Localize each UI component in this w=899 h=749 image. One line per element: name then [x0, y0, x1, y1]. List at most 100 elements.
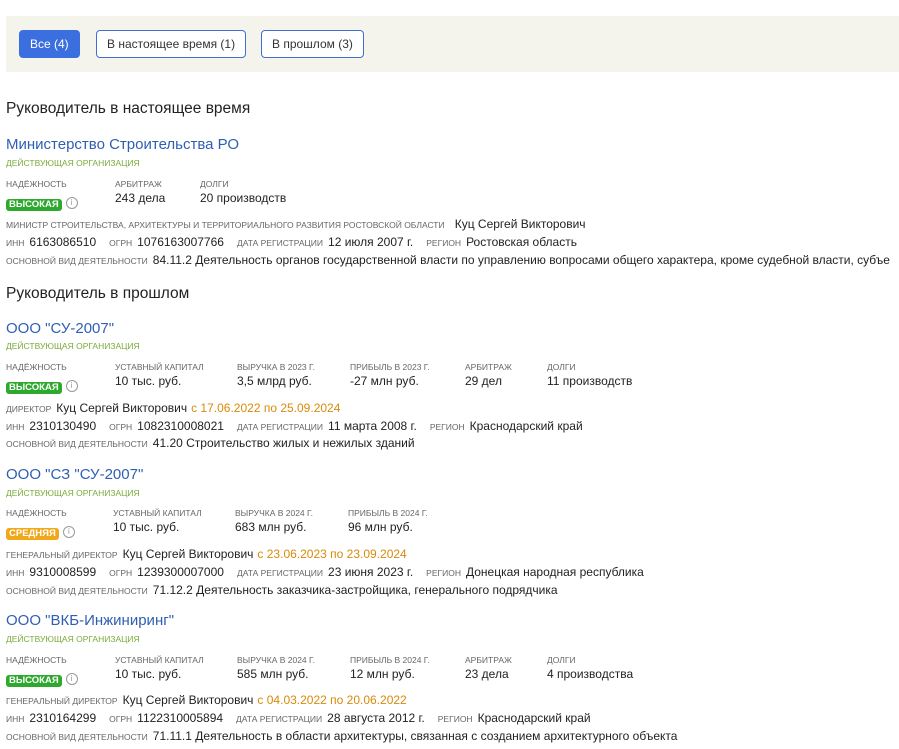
- inn-label: ИНН: [6, 238, 25, 248]
- revenue-field: ВЫРУЧКА В 2023 Г. 3,5 млрд руб.: [237, 362, 315, 388]
- org-status: ДЕЙСТВУЮЩАЯ ОРГАНИЗАЦИЯ: [6, 634, 140, 644]
- debts-field: ДОЛГИ 20 производств: [200, 179, 286, 205]
- debts-label: ДОЛГИ: [547, 362, 576, 372]
- org-status: ДЕЙСТВУЮЩАЯ ОРГАНИЗАЦИЯ: [6, 341, 140, 351]
- reg-date-label: ДАТА РЕГИСТРАЦИИ: [236, 238, 324, 248]
- filter-past-button[interactable]: В прошлом (3): [261, 30, 364, 58]
- activity-value: 41.20 Строительство жилых и нежилых здан…: [152, 436, 415, 450]
- reliability-field: НАДЁЖНОСТЬ ВЫСОКАЯ i: [6, 362, 78, 394]
- ogrn-label: ОГРН: [109, 714, 133, 724]
- section-past-title: Руководитель в прошлом: [6, 285, 190, 302]
- arbitration-field: АРБИТРАЖ 23 дела: [465, 655, 512, 681]
- arbitration-field: АРБИТРАЖ 243 дела: [115, 179, 165, 205]
- reliability-label: НАДЁЖНОСТЬ: [6, 362, 67, 372]
- capital-value: 10 тыс. руб.: [115, 667, 182, 681]
- role-label: МИНИСТР СТРОИТЕЛЬСТВА, АРХИТЕКТУРЫ И ТЕР…: [6, 220, 445, 230]
- ogrn-label: ОГРН: [109, 238, 133, 248]
- capital-field: УСТАВНЫЙ КАПИТАЛ 10 тыс. руб.: [115, 655, 204, 681]
- revenue-field: ВЫРУЧКА В 2024 Г. 585 млн руб.: [237, 655, 315, 681]
- activity-label: ОСНОВНОЙ ВИД ДЕЯТЕЛЬНОСТИ: [6, 439, 148, 449]
- debts-value[interactable]: 4 производства: [547, 667, 633, 681]
- inn-value: 6163086510: [29, 235, 97, 249]
- org-card: ООО "ВКБ-Инжиниринг" ДЕЙСТВУЮЩАЯ ОРГАНИЗ…: [6, 612, 899, 748]
- revenue-label: ВЫРУЧКА В 2024 Г.: [237, 655, 315, 665]
- debts-value[interactable]: 20 производств: [200, 191, 286, 205]
- arbitration-label: АРБИТРАЖ: [465, 655, 512, 665]
- person-name: Куц Сергей Викторович: [122, 547, 254, 561]
- arbitration-label: АРБИТРАЖ: [465, 362, 512, 372]
- role-period: с 23.06.2023 по 23.09.2024: [257, 547, 407, 561]
- revenue-label: ВЫРУЧКА В 2023 Г.: [237, 362, 315, 372]
- filter-current-button[interactable]: В настоящее время (1): [96, 30, 247, 58]
- revenue-value: 585 млн руб.: [237, 667, 309, 681]
- role-period: с 17.06.2022 по 25.09.2024: [191, 401, 341, 415]
- org-name-link[interactable]: ООО "СУ-2007": [6, 320, 114, 337]
- info-icon[interactable]: i: [65, 672, 78, 685]
- org-card: Министерство Строительства РО ДЕЙСТВУЮЩА…: [6, 136, 899, 268]
- profit-label: ПРИБЫЛЬ В 2023 Г.: [350, 362, 430, 372]
- debts-value[interactable]: 11 производств: [547, 374, 632, 388]
- activity-value: 71.11.1 Деятельность в области архитекту…: [152, 729, 678, 743]
- profit-label: ПРИБЫЛЬ В 2024 Г.: [350, 655, 430, 665]
- debts-label: ДОЛГИ: [547, 655, 576, 665]
- org-name-link[interactable]: ООО "СЗ "СУ-2007": [6, 466, 143, 483]
- reliability-badge: ВЫСОКАЯ: [6, 199, 62, 211]
- org-name-link[interactable]: ООО "ВКБ-Инжиниринг": [6, 612, 174, 629]
- org-status: ДЕЙСТВУЮЩАЯ ОРГАНИЗАЦИЯ: [6, 488, 140, 498]
- inn-label: ИНН: [6, 714, 25, 724]
- inn-value: 9310008599: [29, 565, 97, 579]
- reliability-label: НАДЁЖНОСТЬ: [6, 179, 67, 189]
- region-value: Краснодарский край: [477, 711, 591, 725]
- reliability-label: НАДЁЖНОСТЬ: [6, 508, 67, 518]
- arbitration-value[interactable]: 29 дел: [465, 374, 512, 388]
- debts-field: ДОЛГИ 11 производств: [547, 362, 632, 388]
- reg-date-label: ДАТА РЕГИСТРАЦИИ: [236, 422, 324, 432]
- role-line: ГЕНЕРАЛЬНЫЙ ДИРЕКТОР Куц Сергей Викторови…: [6, 689, 407, 708]
- arbitration-label: АРБИТРАЖ: [115, 179, 162, 189]
- org-card: ООО "СЗ "СУ-2007" ДЕЙСТВУЮЩАЯ ОРГАНИЗАЦИ…: [6, 466, 899, 598]
- activity-value: 84.11.2 Деятельность органов государстве…: [152, 253, 890, 267]
- person-name: Куц Сергей Викторович: [122, 693, 254, 707]
- capital-value: 10 тыс. руб.: [115, 374, 182, 388]
- ogrn-label: ОГРН: [109, 568, 133, 578]
- arbitration-field: АРБИТРАЖ 29 дел: [465, 362, 512, 388]
- activity-line: ОСНОВНОЙ ВИД ДЕЯТЕЛЬНОСТИ 84.11.2 Деятель…: [6, 249, 899, 268]
- activity-label: ОСНОВНОЙ ВИД ДЕЯТЕЛЬНОСТИ: [6, 256, 148, 266]
- region-label: РЕГИОН: [429, 422, 465, 432]
- reliability-label: НАДЁЖНОСТЬ: [6, 655, 67, 665]
- ogrn-value: 1076163007766: [137, 235, 224, 249]
- capital-label: УСТАВНЫЙ КАПИТАЛ: [113, 508, 202, 518]
- capital-field: УСТАВНЫЙ КАПИТАЛ 10 тыс. руб.: [113, 508, 202, 534]
- reg-date-value: 23 июня 2023 г.: [328, 565, 414, 579]
- requisites-line: ИНН 9310008599 ОГРН 1239300007000 ДАТА РЕГИС…: [6, 561, 657, 580]
- role-period: с 04.03.2022 по 20.06.2022: [257, 693, 407, 707]
- info-icon[interactable]: i: [65, 379, 78, 392]
- activity-label: ОСНОВНОЙ ВИД ДЕЯТЕЛЬНОСТИ: [6, 732, 148, 742]
- region-value: Донецкая народная республика: [465, 565, 644, 579]
- revenue-value: 683 млн руб.: [235, 520, 307, 534]
- region-value: Ростовская область: [466, 235, 577, 249]
- capital-label: УСТАВНЫЙ КАПИТАЛ: [115, 655, 204, 665]
- reliability-badge: ВЫСОКАЯ: [6, 382, 62, 394]
- reliability-badge: ВЫСОКАЯ: [6, 675, 62, 687]
- requisites-line: ИНН 2310164299 ОГРН 1122310005894 ДАТА РЕГИС…: [6, 707, 604, 726]
- org-name-link[interactable]: Министерство Строительства РО: [6, 136, 239, 153]
- region-label: РЕГИОН: [426, 568, 461, 578]
- arbitration-value[interactable]: 243 дела: [115, 191, 165, 205]
- profit-label: ПРИБЫЛЬ В 2024 Г.: [348, 508, 428, 518]
- inn-label: ИНН: [6, 422, 25, 432]
- profit-field: ПРИБЫЛЬ В 2023 Г. -27 млн руб.: [350, 362, 430, 388]
- info-icon[interactable]: i: [62, 525, 75, 538]
- info-icon[interactable]: i: [65, 196, 78, 209]
- profit-value: 96 млн руб.: [348, 520, 413, 534]
- arbitration-value[interactable]: 23 дела: [465, 667, 512, 681]
- capital-field: УСТАВНЫЙ КАПИТАЛ 10 тыс. руб.: [115, 362, 204, 388]
- filter-all-button[interactable]: Все (4): [19, 30, 80, 58]
- ogrn-value: 1082310008021: [137, 419, 224, 433]
- reliability-field: НАДЁЖНОСТЬ ВЫСОКАЯ i: [6, 179, 78, 211]
- person-name: Куц Сергей Викторович: [56, 401, 188, 415]
- region-value: Краснодарский край: [469, 419, 583, 433]
- activity-line: ОСНОВНОЙ ВИД ДЕЯТЕЛЬНОСТИ 41.20 Строитель…: [6, 432, 428, 451]
- reg-date-value: 11 марта 2008 г.: [328, 419, 417, 433]
- activity-line: ОСНОВНОЙ ВИД ДЕЯТЕЛЬНОСТИ 71.12.2 Деятель…: [6, 579, 571, 598]
